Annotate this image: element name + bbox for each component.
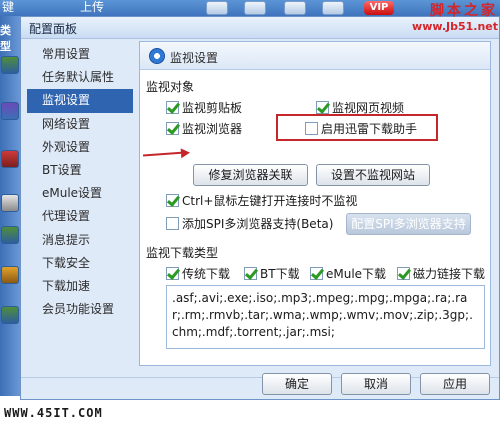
checkbox-box (166, 267, 179, 280)
archive-icon[interactable] (1, 56, 19, 74)
cancel-button[interactable]: 取消 (341, 373, 411, 395)
download-types-title: 监视下载类型 (146, 246, 219, 260)
watermark-name: 脚本之家 (430, 3, 498, 19)
watermark-top: 脚本之家 www.Jb51.net (412, 2, 498, 34)
set-no-monitor-sites-button[interactable]: 设置不监视网站 (316, 164, 430, 186)
highlight-box (276, 114, 438, 141)
mp4-file-icon[interactable] (1, 194, 19, 212)
file-extensions-textarea[interactable]: .asf;.avi;.exe;.iso;.mp3;.mpeg;.mpg;.mpg… (166, 285, 485, 349)
site-watermark: WWW.45IT.COM (0, 400, 500, 426)
checkbox-label: 监视浏览器 (182, 122, 243, 136)
nav-item[interactable]: 常用设置 (27, 43, 133, 66)
gear-icon[interactable] (284, 1, 306, 15)
app-toolbar-left-text: 键 (2, 0, 15, 14)
emule-download-checkbox[interactable]: eMule下载 (310, 266, 386, 282)
toolbar-button[interactable] (244, 1, 266, 15)
bt-download-checkbox[interactable]: BT下载 (244, 266, 300, 282)
repair-browser-association-button[interactable]: 修复浏览器关联 (193, 164, 308, 186)
left-strip-label: 类型 (0, 24, 11, 53)
monitor-settings-panel: 监视设置 监视对象 监视剪贴板 监视网页视频 监视浏览器 启用迅雷下载助手 修复… (139, 41, 491, 366)
checkbox-label: 添加SPI多浏览器支持(Beta) (182, 217, 334, 231)
monitor-objects-title: 监视对象 (146, 80, 195, 94)
archive-icon[interactable] (1, 102, 19, 120)
app-left-strip: 类型 (0, 16, 20, 396)
dialog-title: 配置面板 (29, 22, 78, 36)
checkbox-box (166, 217, 179, 230)
checkbox-box (166, 122, 179, 135)
site-watermark-text: WWW.45IT.COM (4, 406, 103, 420)
checkbox-box (244, 267, 257, 280)
watermark-url: www.Jb51.net (412, 20, 498, 33)
checkbox-label: 监视网页视频 (332, 101, 405, 115)
checkbox-box (316, 101, 329, 114)
monitor-browser-checkbox[interactable]: 监视浏览器 (166, 121, 242, 137)
checkbox-label: 监视剪贴板 (182, 101, 243, 115)
magnet-download-checkbox[interactable]: 磁力链接下载 (397, 266, 485, 282)
checkbox-box (166, 194, 179, 207)
ctrl-click-no-monitor-checkbox[interactable]: Ctrl+鼠标左键打开连接时不监视 (166, 193, 357, 209)
apply-button[interactable]: 应用 (420, 373, 490, 395)
checkbox-box (310, 267, 323, 280)
archive-icon[interactable] (1, 306, 19, 324)
configure-spi-button[interactable]: 配置SPI多浏览器支持 (346, 213, 471, 235)
panel-header: 监视设置 (140, 42, 490, 70)
vip-badge[interactable]: VIP (364, 1, 394, 15)
ok-button[interactable]: 确定 (262, 373, 332, 395)
checkbox-label: 磁力链接下载 (413, 267, 486, 281)
arrow-right-icon (180, 147, 191, 159)
nav-item[interactable]: BT设置 (27, 159, 133, 182)
nav-item[interactable]: eMule设置 (27, 182, 133, 205)
checkbox-label: eMule下载 (326, 267, 387, 281)
nav-item[interactable]: 任务默认属性 (27, 66, 133, 89)
monitor-clipboard-checkbox[interactable]: 监视剪贴板 (166, 100, 242, 116)
archive-icon[interactable] (1, 266, 19, 284)
checkbox-label: BT下载 (260, 267, 300, 281)
nav-item[interactable]: 下载加速 (27, 275, 133, 298)
eye-icon (149, 48, 165, 64)
spi-support-checkbox[interactable]: 添加SPI多浏览器支持(Beta) (166, 216, 333, 232)
checkbox-box (166, 101, 179, 114)
traditional-download-checkbox[interactable]: 传统下载 (166, 266, 230, 282)
nav-item[interactable]: 外观设置 (27, 136, 133, 159)
checkbox-label: Ctrl+鼠标左键打开连接时不监视 (182, 194, 358, 208)
flv-file-icon[interactable] (1, 150, 19, 168)
nav-item[interactable]: 网络设置 (27, 113, 133, 136)
config-dialog: 配置面板 常用设置 任务默认属性 监视设置 网络设置 外观设置 BT设置 eMule设置 代理… (20, 16, 500, 400)
settings-nav: 常用设置 任务默认属性 监视设置 网络设置 外观设置 BT设置 eMule设置 代理设置 消息提… (27, 43, 133, 321)
toolbar-button[interactable] (206, 1, 228, 15)
checkbox-box (397, 267, 410, 280)
nav-item[interactable]: 消息提示 (27, 229, 133, 252)
nav-item[interactable]: 监视设置 (27, 89, 133, 113)
archive-icon[interactable] (1, 226, 19, 244)
panel-title: 监视设置 (170, 51, 219, 65)
upload-label[interactable]: 上传 (80, 0, 104, 15)
toolbar-button[interactable] (322, 1, 344, 15)
nav-item[interactable]: 代理设置 (27, 205, 133, 228)
checkbox-label: 传统下载 (182, 267, 231, 281)
nav-item[interactable]: 会员功能设置 (27, 298, 133, 321)
nav-item[interactable]: 下载安全 (27, 252, 133, 275)
